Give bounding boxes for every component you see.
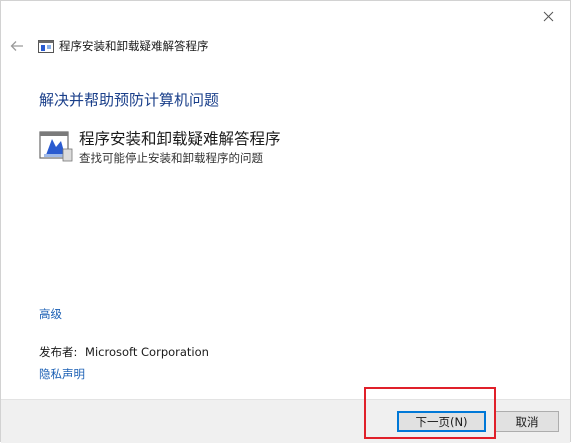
wizard-header: 程序安装和卸载疑难解答程序: [1, 31, 570, 61]
troubleshooter-item[interactable]: 程序安装和卸载疑难解答程序 查找可能停止安装和卸载程序的问题: [39, 127, 519, 171]
installer-troubleshoot-icon: [39, 131, 73, 162]
privacy-statement-link[interactable]: 隐私声明: [39, 366, 85, 382]
troubleshooter-item-description: 查找可能停止安装和卸载程序的问题: [79, 151, 263, 165]
publisher-line: 发布者: Microsoft Corporation: [39, 344, 209, 360]
troubleshooter-item-title: 程序安装和卸载疑难解答程序: [79, 130, 281, 148]
back-button[interactable]: [7, 37, 27, 55]
cancel-button[interactable]: 取消: [495, 411, 559, 432]
close-button[interactable]: [534, 5, 562, 27]
next-button[interactable]: 下一页(N): [397, 411, 486, 432]
page-heading: 解决并帮助预防计算机问题: [39, 91, 220, 109]
advanced-link[interactable]: 高级: [39, 306, 62, 322]
close-icon: [543, 11, 553, 21]
back-arrow-icon: [10, 41, 23, 51]
publisher-value: Microsoft Corporation: [85, 345, 209, 359]
footer-bar: 下一页(N) 取消: [1, 399, 570, 443]
publisher-label: 发布者:: [39, 345, 78, 359]
window-title: 程序安装和卸载疑难解答程序: [59, 39, 209, 53]
troubleshooter-window: 程序安装和卸载疑难解答程序 解决并帮助预防计算机问题 程序安装和卸载疑难解答程序…: [0, 0, 571, 443]
troubleshooter-app-icon: [38, 40, 54, 53]
